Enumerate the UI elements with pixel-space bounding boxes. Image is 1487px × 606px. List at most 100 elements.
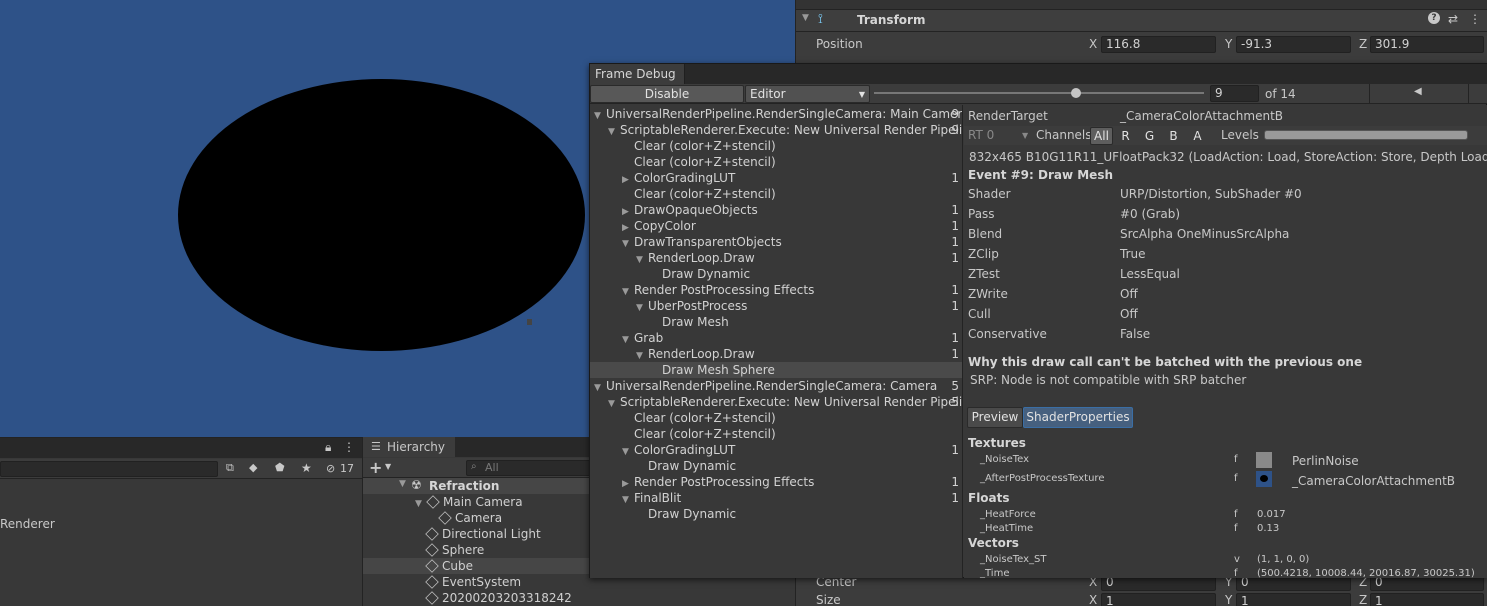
- event-slider-handle[interactable]: [1071, 88, 1081, 98]
- target-select[interactable]: Editor ▼: [745, 85, 870, 103]
- tree-item[interactable]: ▼ DrawTransparentObjects 1: [590, 234, 962, 250]
- channel-b-button[interactable]: B: [1162, 127, 1185, 145]
- transform-header[interactable]: ▼ ⟟ Transform ? ⇄ ⋮: [796, 10, 1487, 32]
- tree-item[interactable]: Clear (color+Z+stencil): [590, 154, 962, 170]
- tree-item-count: 1: [951, 283, 959, 297]
- foldout-arrow-icon[interactable]: ▼: [802, 13, 809, 23]
- tree-item[interactable]: ▶ CopyColor 1: [590, 218, 962, 234]
- hierarchy-item-cube[interactable]: Cube: [425, 558, 473, 574]
- more-menu-icon[interactable]: ⋮: [1469, 12, 1481, 26]
- tree-item[interactable]: ▼ RenderLoop.Draw 1: [590, 250, 962, 266]
- pos-y-field[interactable]: -91.3: [1236, 36, 1351, 53]
- favorite-star-icon[interactable]: ★: [301, 461, 312, 475]
- prev-event-button[interactable]: ◀: [1369, 84, 1469, 103]
- project-search-input[interactable]: [0, 461, 218, 477]
- label-icon[interactable]: ⬟: [275, 461, 285, 474]
- more-menu-icon[interactable]: ⋮: [343, 440, 355, 454]
- hierarchy-item-sphere[interactable]: Sphere: [425, 542, 484, 558]
- tree-item-label: Draw Mesh: [662, 315, 729, 329]
- pos-x-field[interactable]: 116.8: [1101, 36, 1216, 53]
- channel-a-button[interactable]: A: [1186, 127, 1209, 145]
- hierarchy-item-object[interactable]: 20200203203318242: [425, 590, 572, 606]
- hierarchy-item-label: 20200203203318242: [442, 591, 572, 605]
- chevron-down-icon[interactable]: ▼: [385, 462, 391, 471]
- tree-item[interactable]: Clear (color+Z+stencil): [590, 138, 962, 154]
- tree-item[interactable]: Clear (color+Z+stencil): [590, 410, 962, 426]
- tree-item-selected[interactable]: Draw Mesh Sphere: [590, 362, 962, 378]
- floats-header: Floats: [968, 491, 1010, 505]
- event-index-field[interactable]: 9: [1210, 85, 1259, 102]
- hierarchy-item-directional-light[interactable]: Directional Light: [425, 526, 541, 542]
- hierarchy-item-eventsystem[interactable]: EventSystem: [425, 574, 521, 590]
- prop-value: Off: [1120, 307, 1138, 321]
- size-x-label[interactable]: X: [1089, 593, 1097, 606]
- tree-item[interactable]: ▼ UniversalRenderPipeline.RenderSingleCam…: [590, 378, 962, 394]
- prop-value: #0 (Grab): [1120, 207, 1181, 221]
- size-z-label[interactable]: Z: [1359, 593, 1367, 606]
- tree-item[interactable]: ▼ Render PostProcessing Effects 1: [590, 282, 962, 298]
- tree-item-count: 1: [951, 299, 959, 313]
- pos-y-label[interactable]: Y: [1225, 37, 1232, 51]
- tree-item[interactable]: ▼ FinalBlit 1: [590, 490, 962, 506]
- channel-r-button[interactable]: R: [1114, 127, 1137, 145]
- gameobject-icon: [426, 495, 440, 509]
- search-by-type-icon[interactable]: ⧉: [226, 461, 234, 475]
- tree-item[interactable]: ▶ DrawOpaqueObjects 1: [590, 202, 962, 218]
- hierarchy-item-main-camera[interactable]: ▼ Main Camera: [415, 494, 523, 510]
- hidden-packages-icon[interactable]: ⊘: [326, 462, 335, 475]
- batch-title: Why this draw call can't be batched with…: [968, 355, 1363, 369]
- foldout-arrow-icon[interactable]: ▼: [399, 479, 406, 489]
- foldout-arrow-icon[interactable]: ▼: [415, 496, 427, 512]
- filter-type-icon[interactable]: ◆: [249, 461, 257, 474]
- pos-x-label[interactable]: X: [1089, 37, 1097, 51]
- size-x-field[interactable]: 1: [1101, 593, 1216, 606]
- hierarchy-item-label: Cube: [442, 559, 473, 573]
- event-slider-track[interactable]: [874, 92, 1204, 94]
- levels-slider[interactable]: [1264, 130, 1468, 140]
- disable-button[interactable]: Disable: [590, 85, 744, 103]
- tree-item[interactable]: Draw Dynamic: [590, 458, 962, 474]
- lock-icon[interactable]: 🔒︎: [325, 440, 331, 455]
- size-row: Size X 1 Y 1 Z 1: [796, 592, 1487, 606]
- tree-item-count: 1: [951, 171, 959, 185]
- pos-z-label[interactable]: Z: [1359, 37, 1367, 51]
- tree-item[interactable]: ▼ ColorGradingLUT 1: [590, 442, 962, 458]
- preset-icon[interactable]: ⇄: [1448, 12, 1458, 26]
- tree-item[interactable]: Draw Mesh: [590, 314, 962, 330]
- hierarchy-list-icon: ☰: [371, 440, 381, 453]
- color-attachment-thumbnail[interactable]: [1256, 471, 1272, 487]
- tree-item[interactable]: Draw Dynamic: [590, 266, 962, 282]
- channels-label: Channels: [1036, 128, 1092, 142]
- asset-label[interactable]: Renderer: [0, 517, 55, 531]
- tree-item[interactable]: ▶ ColorGradingLUT 1: [590, 170, 962, 186]
- tree-item[interactable]: Clear (color+Z+stencil): [590, 426, 962, 442]
- channel-all-button[interactable]: All: [1090, 127, 1113, 145]
- tab-hierarchy[interactable]: ☰ Hierarchy: [363, 437, 455, 457]
- target-select-value: Editor: [750, 87, 786, 101]
- help-icon[interactable]: ?: [1428, 12, 1440, 24]
- noise-texture-thumbnail[interactable]: [1256, 452, 1272, 468]
- tree-item-label: RenderLoop.Draw: [648, 347, 755, 361]
- pos-z-field[interactable]: 301.9: [1370, 36, 1484, 53]
- tree-item[interactable]: ▼ ScriptableRenderer.Execute: New Univers…: [590, 122, 962, 138]
- size-y-field[interactable]: 1: [1236, 593, 1351, 606]
- prop-value: LessEqual: [1120, 267, 1180, 281]
- add-button[interactable]: +: [369, 458, 382, 477]
- tab-frame-debug[interactable]: Frame Debug: [590, 64, 685, 84]
- rt-select[interactable]: RT 0 ▼: [966, 127, 1032, 144]
- size-y-label[interactable]: Y: [1225, 593, 1232, 606]
- tree-item[interactable]: ▼ RenderLoop.Draw 1: [590, 346, 962, 362]
- tab-preview[interactable]: Preview: [967, 407, 1023, 428]
- tree-item[interactable]: ▼ ScriptableRenderer.Execute: New Univers…: [590, 394, 962, 410]
- tree-item[interactable]: ▼ UniversalRenderPipeline.RenderSingleCam…: [590, 106, 962, 122]
- hierarchy-item-camera[interactable]: Camera: [438, 510, 503, 526]
- tree-item[interactable]: Clear (color+Z+stencil): [590, 186, 962, 202]
- tree-item[interactable]: ▼ Grab 1: [590, 330, 962, 346]
- tab-shader-properties[interactable]: ShaderProperties: [1023, 407, 1133, 428]
- tree-item[interactable]: Draw Dynamic: [590, 506, 962, 522]
- tree-item[interactable]: ▶ Render PostProcessing Effects 1: [590, 474, 962, 490]
- size-z-field[interactable]: 1: [1370, 593, 1484, 606]
- channel-g-button[interactable]: G: [1138, 127, 1161, 145]
- tree-item[interactable]: ▼ UberPostProcess 1: [590, 298, 962, 314]
- hierarchy-item-label: Camera: [455, 511, 503, 525]
